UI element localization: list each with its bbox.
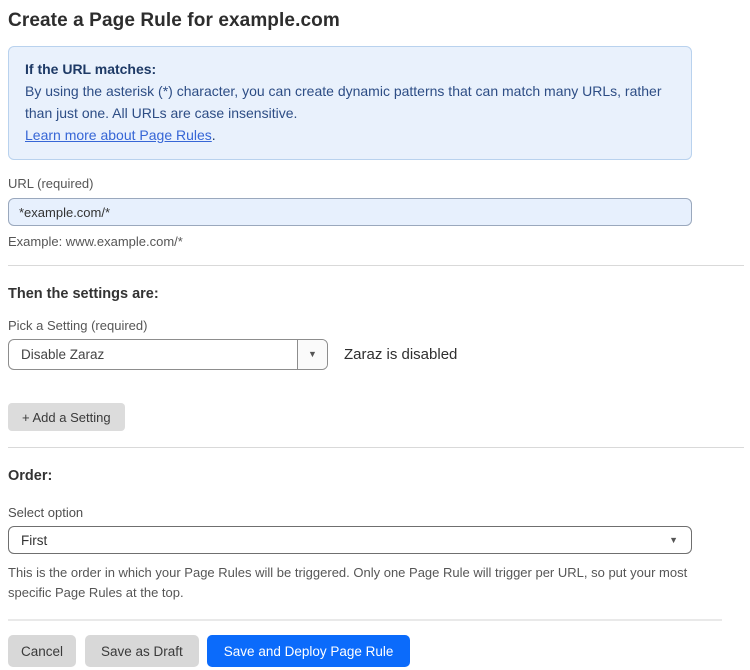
divider (8, 265, 744, 266)
order-description: This is the order in which your Page Rul… (8, 563, 708, 603)
setting-row: Disable Zaraz ▼ Zaraz is disabled (8, 339, 750, 370)
setting-status-text: Zaraz is disabled (344, 346, 457, 363)
form-actions: Cancel Save as Draft Save and Deploy Pag… (8, 635, 750, 667)
divider (8, 619, 722, 621)
url-input[interactable] (8, 198, 692, 226)
callout-link-line: Learn more about Page Rules. (25, 124, 675, 146)
chevron-down-icon: ▼ (669, 536, 678, 545)
add-setting-button[interactable]: + Add a Setting (8, 403, 125, 431)
setting-select-value: Disable Zaraz (9, 340, 297, 369)
callout-heading: If the URL matches: (25, 58, 675, 80)
pick-setting-label: Pick a Setting (required) (8, 318, 750, 333)
chevron-down-icon: ▼ (308, 350, 317, 359)
callout-body: By using the asterisk (*) character, you… (25, 80, 665, 124)
learn-more-page-rules-link[interactable]: Learn more about Page Rules (25, 127, 212, 143)
settings-section-heading: Then the settings are: (8, 286, 750, 302)
order-select[interactable]: First ▼ (8, 526, 692, 554)
order-section-heading: Order: (8, 468, 750, 484)
order-select-arrow: ▼ (669, 527, 691, 553)
save-and-deploy-button[interactable]: Save and Deploy Page Rule (207, 635, 411, 667)
setting-select-arrow-button[interactable]: ▼ (297, 340, 327, 369)
url-field-label: URL (required) (8, 176, 750, 191)
create-page-rule-form: Create a Page Rule for example.com If th… (0, 0, 750, 667)
setting-select[interactable]: Disable Zaraz ▼ (8, 339, 328, 370)
order-select-label: Select option (8, 505, 750, 520)
url-example-hint: Example: www.example.com/* (8, 234, 750, 249)
divider (8, 447, 744, 448)
order-select-value: First (9, 527, 669, 553)
save-as-draft-button[interactable]: Save as Draft (85, 635, 199, 667)
cancel-button[interactable]: Cancel (8, 635, 76, 667)
url-match-info-callout: If the URL matches: By using the asteris… (8, 46, 692, 160)
page-title: Create a Page Rule for example.com (8, 10, 750, 32)
callout-link-suffix: . (212, 127, 216, 143)
